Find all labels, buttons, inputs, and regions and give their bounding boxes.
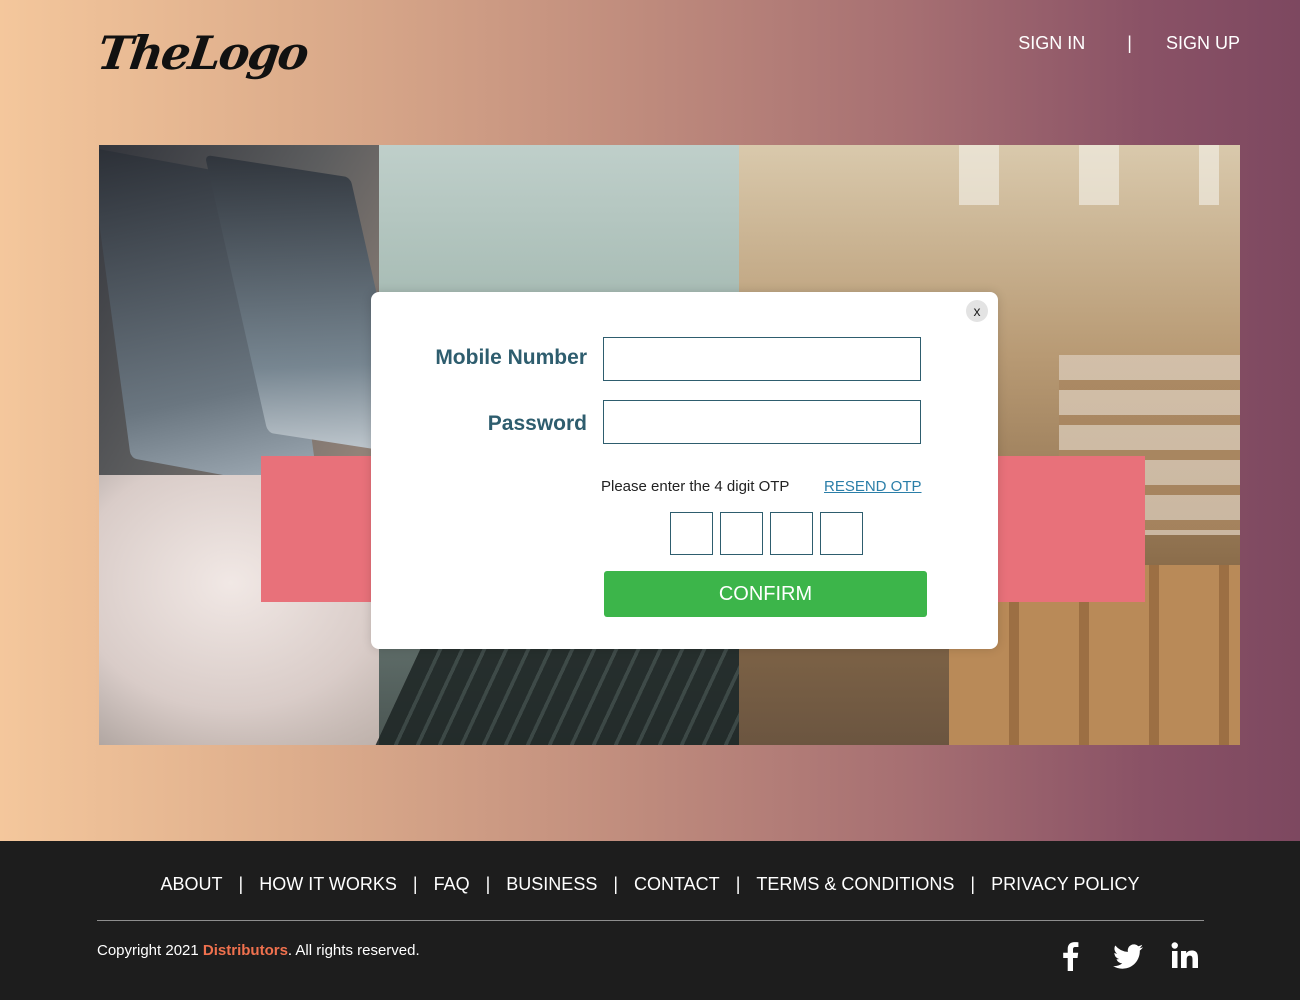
footer-separator: | (613, 874, 619, 894)
warehouse-windows-graphic (919, 145, 1219, 205)
login-modal: x Mobile Number Password Please enter th… (371, 292, 998, 649)
close-button[interactable]: x (966, 300, 988, 322)
copyright-suffix: . All rights reserved. (287, 942, 420, 959)
footer-link-business[interactable]: BUSINESS (506, 874, 597, 895)
footer-link-faq[interactable]: FAQ (434, 874, 470, 895)
footer-separator: | (735, 874, 741, 894)
top-nav: SIGN IN | SIGN UP (1018, 33, 1240, 54)
footer-separator: | (485, 874, 491, 894)
sign-in-link[interactable]: SIGN IN (1018, 33, 1085, 54)
otp-digit-1[interactable] (670, 512, 713, 555)
top-nav-separator: | (1127, 33, 1132, 53)
linkedin-icon[interactable] (1169, 940, 1201, 972)
copyright-text: Copyright 2021 Distributors. All rights … (97, 942, 420, 959)
footer-link-privacy[interactable]: PRIVACY POLICY (991, 874, 1139, 895)
footer-link-how-it-works[interactable]: HOW IT WORKS (259, 874, 397, 895)
site-logo[interactable]: TheLogo (94, 18, 310, 88)
confirm-button[interactable]: CONFIRM (604, 571, 927, 617)
copyright-prefix: Copyright 2021 (97, 942, 203, 959)
password-label: Password (487, 412, 587, 435)
otp-digit-4[interactable] (820, 512, 863, 555)
footer-link-contact[interactable]: CONTACT (634, 874, 720, 895)
footer-divider (97, 920, 1204, 921)
mobile-number-input[interactable] (603, 337, 921, 381)
footer-link-about[interactable]: ABOUT (161, 874, 223, 895)
footer-link-terms[interactable]: TERMS & CONDITIONS (756, 874, 954, 895)
mobile-number-label: Mobile Number (435, 346, 587, 369)
facebook-icon[interactable] (1055, 940, 1087, 972)
sign-up-link[interactable]: SIGN UP (1166, 33, 1240, 54)
logo-text: TheLogo (94, 26, 311, 80)
otp-prompt: Please enter the 4 digit OTP (601, 478, 790, 495)
resend-otp-link[interactable]: RESEND OTP (824, 478, 922, 495)
copyright-brand[interactable]: Distributors (203, 942, 288, 959)
twitter-icon[interactable] (1112, 940, 1144, 972)
footer-nav: ABOUT | HOW IT WORKS | FAQ | BUSINESS | … (0, 874, 1300, 895)
otp-digit-3[interactable] (770, 512, 813, 555)
footer-separator: | (970, 874, 976, 894)
otp-digit-2[interactable] (720, 512, 763, 555)
footer: ABOUT | HOW IT WORKS | FAQ | BUSINESS | … (0, 841, 1300, 1000)
footer-separator: | (412, 874, 418, 894)
footer-separator: | (238, 874, 244, 894)
password-input[interactable] (603, 400, 921, 444)
